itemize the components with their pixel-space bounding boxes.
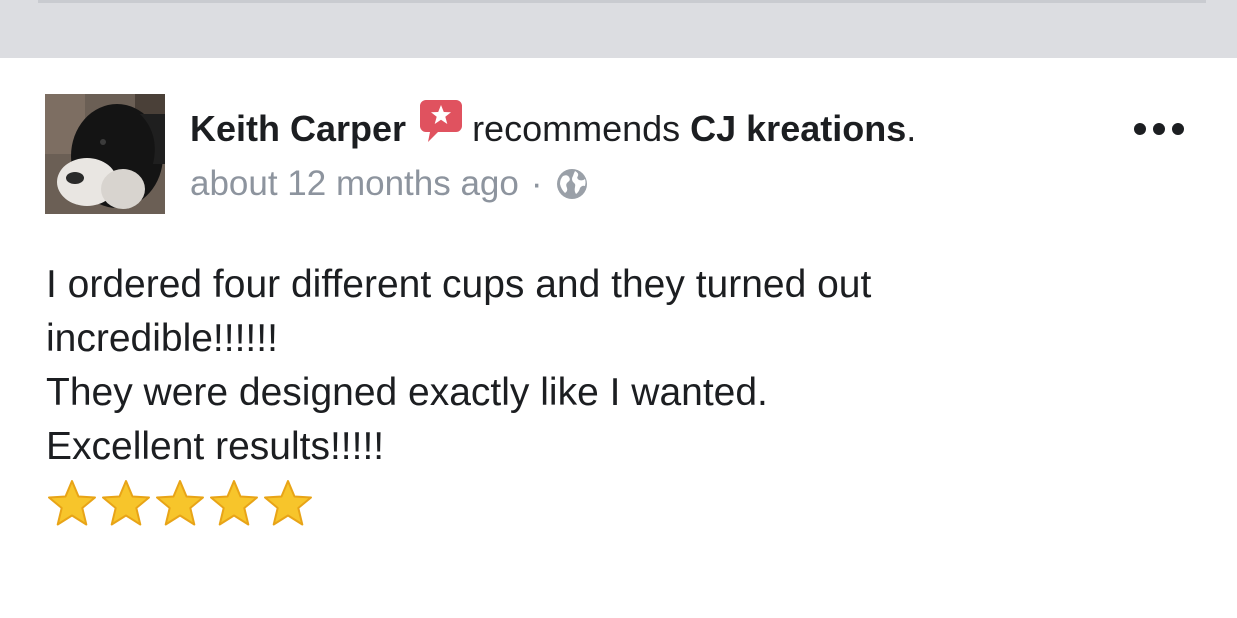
post-header: Keith Carper recommends CJ kreations . (190, 100, 917, 152)
more-options-icon (1134, 123, 1184, 135)
more-options-button[interactable] (1128, 114, 1190, 144)
star-icon (210, 480, 258, 526)
post-meta: about 12 months ago · (190, 162, 589, 206)
author-name-link[interactable]: Keith Carper (190, 108, 406, 150)
star-icon (264, 480, 312, 526)
star-rating (46, 478, 314, 530)
review-line: They were designed exactly like I wanted… (46, 371, 768, 414)
review-line: Excellent results!!!!! (46, 425, 385, 468)
recommend-verb: recommends (472, 108, 681, 149)
timestamp-link[interactable]: about 12 months ago (190, 164, 519, 204)
review-line: I ordered four different cups and they t… (46, 263, 872, 306)
feed-divider-band (0, 0, 1237, 58)
avatar[interactable] (45, 94, 165, 214)
meta-separator: · (530, 164, 543, 203)
star-icon (156, 480, 204, 526)
star-icon (102, 480, 150, 526)
page-name-link[interactable]: CJ kreations (690, 108, 906, 150)
globe-icon[interactable] (555, 167, 589, 201)
review-post-card: Keith Carper recommends CJ kreations . a… (0, 58, 1237, 618)
recommendation-star-icon (418, 98, 464, 144)
page-name-suffix: . (906, 108, 917, 149)
star-icon (48, 480, 96, 526)
review-text: I ordered four different cups and they t… (46, 258, 1196, 474)
review-line: incredible!!!!!! (46, 317, 278, 360)
avatar-photo (45, 94, 165, 214)
previous-card-edge (38, 0, 1206, 3)
